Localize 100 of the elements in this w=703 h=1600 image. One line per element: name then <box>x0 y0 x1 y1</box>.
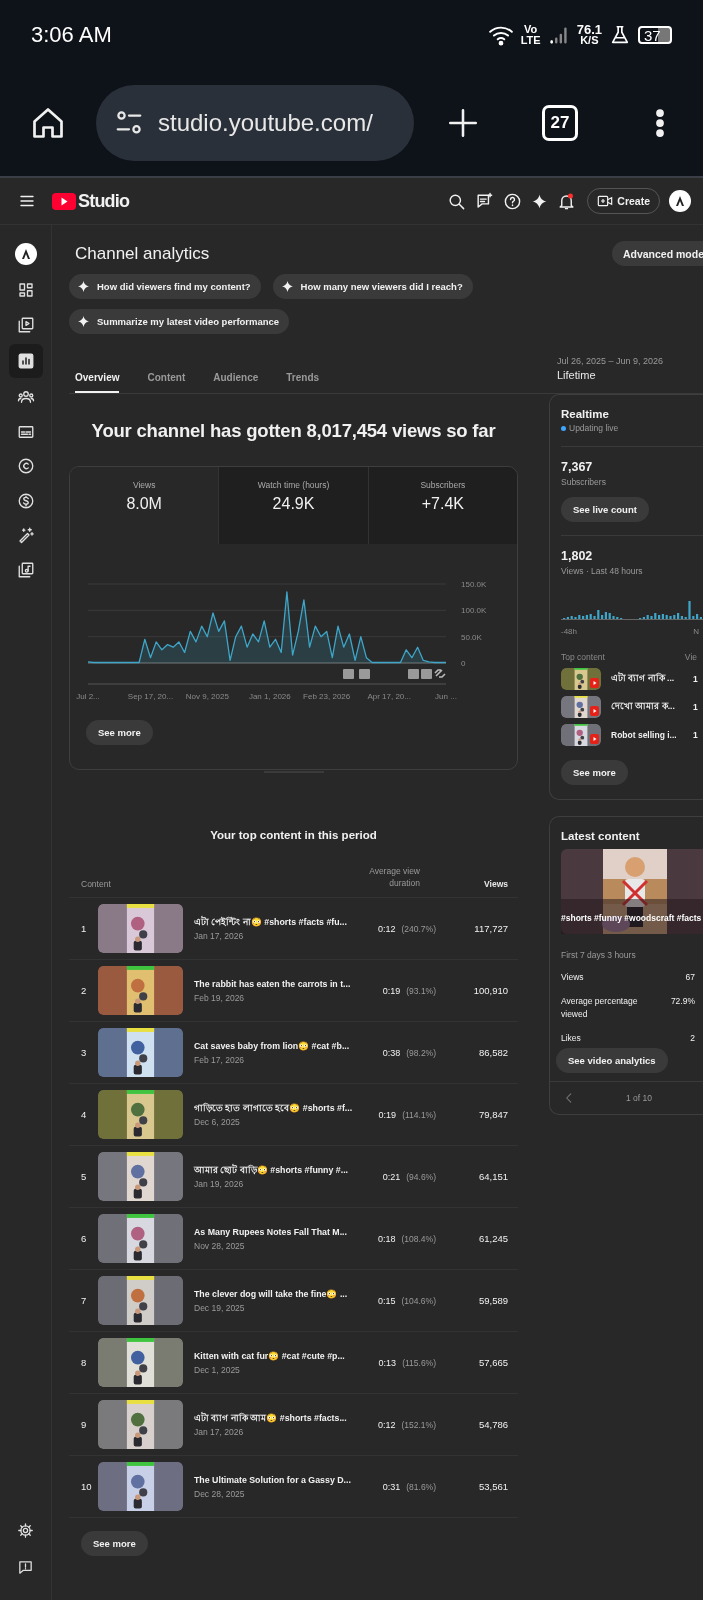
duration-percent: (81.6%) <box>406 1481 436 1492</box>
period-label: First 7 days 3 hours <box>561 950 637 960</box>
tab[interactable]: Audience <box>213 372 259 393</box>
view-count: 79,847 <box>477 1109 508 1120</box>
suggestion-chip[interactable]: How did viewers find my content? <box>69 274 261 299</box>
video-title[interactable]: The Ultimate Solution for a Gassy D... <box>194 1474 354 1486</box>
video-title[interactable]: দেখো আমার ক... <box>611 700 685 714</box>
duration-percent: (152.1%) <box>401 1419 436 1430</box>
see-live-count-button[interactable]: See live count <box>561 497 649 522</box>
view-duration: 0:12 <box>377 1419 396 1430</box>
stat-label: Views · Last 48 hours <box>561 566 644 576</box>
video-title[interactable]: এটা পেইন্টিং না😳 #shorts #facts #fu... <box>194 916 354 928</box>
avatar-icon[interactable] <box>669 190 691 212</box>
search-icon[interactable] <box>447 191 467 211</box>
video-title[interactable]: Cat saves baby from lion😳 #cat #b... <box>194 1040 354 1052</box>
view-count: 57,665 <box>477 1357 508 1368</box>
view-duration: 0:38 <box>382 1047 401 1058</box>
view-count: 53,561 <box>477 1481 508 1492</box>
video-title[interactable]: The clever dog will take the fine😳 ... <box>194 1288 354 1300</box>
suggestion-chip[interactable]: Summarize my latest video performance <box>69 309 290 334</box>
axis-label: 100.0K <box>461 606 487 616</box>
suggestion-chip[interactable]: How many new viewers did I reach? <box>272 274 473 299</box>
section-title: Your top content in this period <box>209 829 378 841</box>
sparkle-icon[interactable] <box>531 192 549 210</box>
page-title: Channel analytics <box>75 243 211 264</box>
axis-label: Jun ... <box>435 692 457 701</box>
view-count: 100,910 <box>472 985 508 996</box>
video-title[interactable]: The rabbit has eaten the carrots in t... <box>194 978 354 990</box>
duration-percent: (115.6%) <box>402 1357 436 1368</box>
headline: Your channel has gotten 8,017,454 views so far <box>90 420 497 442</box>
video-title[interactable]: Robot selling i... <box>611 730 685 740</box>
chat-icon[interactable] <box>475 191 495 211</box>
see-video-analytics-button[interactable]: See video analytics <box>556 1048 668 1073</box>
video-title[interactable]: এটা ব্যাগ নাকি আম😳 #shorts #facts... <box>194 1412 354 1424</box>
column-header: Top content <box>561 652 605 662</box>
publish-date: Feb 17, 2026 <box>194 1054 246 1065</box>
axis-label: 50.0K <box>461 632 482 642</box>
sidebar-item[interactable] <box>8 344 43 378</box>
duration-percent: (240.7%) <box>401 923 436 934</box>
period-label[interactable]: Lifetime <box>557 369 703 381</box>
duration-percent: (93.1%) <box>406 985 436 996</box>
help-icon[interactable] <box>503 191 523 211</box>
tab[interactable]: Overview <box>75 372 120 393</box>
settings-icon[interactable] <box>17 1521 34 1539</box>
see-more-button[interactable]: See more <box>86 720 153 745</box>
avatar-icon[interactable] <box>14 243 37 265</box>
metric-tab[interactable]: Subscribers +7.4K <box>367 467 517 544</box>
duration-percent: (104.6%) <box>401 1295 436 1306</box>
see-more-button[interactable]: See more <box>81 1531 148 1556</box>
flask-icon <box>609 24 631 46</box>
video-title[interactable]: গাড়িতে হাত লাগাতে হবে😳 #shorts #f... <box>194 1102 354 1114</box>
axis-label: Jan 1, 2026 <box>248 692 291 701</box>
view-count: 54,786 <box>477 1419 508 1430</box>
tab[interactable]: Content <box>147 372 186 393</box>
video-marker[interactable] <box>343 669 354 679</box>
stat-value: 2 <box>690 1032 695 1045</box>
home-icon[interactable] <box>30 105 66 141</box>
plus-icon[interactable] <box>446 106 480 140</box>
column-header: Content <box>81 879 112 889</box>
advanced-mode-button[interactable]: Advanced mode <box>611 241 703 266</box>
video-marker[interactable] <box>408 669 419 679</box>
bar-chart-icon <box>16 352 35 370</box>
see-more-button[interactable]: See more <box>561 760 628 785</box>
axis-label: Apr 17, 20... <box>367 692 411 701</box>
shorts-icon <box>590 706 599 716</box>
video-title[interactable]: Kitten with cat fur😳 #cat #cute #p... <box>194 1350 354 1362</box>
copyright-icon <box>16 457 35 476</box>
rank-number: 2 <box>81 985 88 996</box>
video-title[interactable]: As Many Rupees Notes Fall That M... <box>194 1226 354 1238</box>
stat-label: Average percentage viewed <box>561 995 639 1021</box>
publish-date: Dec 1, 2025 <box>194 1364 241 1375</box>
axis-label: Nov 9, 2025 <box>185 692 229 701</box>
duration-percent: (114.1%) <box>402 1109 436 1120</box>
address-bar[interactable]: studio.youtube.com/ <box>96 85 414 161</box>
tab-count[interactable]: 27 <box>542 105 578 141</box>
view-duration: 0:31 <box>382 1481 401 1492</box>
column-header[interactable]: Views <box>420 879 508 889</box>
page-indicator: 1 of 10 <box>626 1093 652 1103</box>
publish-date: Jan 19, 2026 <box>194 1178 245 1189</box>
duration-percent: (108.4%) <box>401 1233 436 1244</box>
view-count: 86,582 <box>477 1047 508 1058</box>
view-count: 59,589 <box>477 1295 508 1306</box>
signal-icon <box>547 24 570 46</box>
feedback-icon[interactable] <box>17 1559 34 1577</box>
shorts-icon <box>590 678 599 688</box>
video-title[interactable]: আমার ছোট বাড়ি😳 #shorts #funny #... <box>194 1164 354 1176</box>
view-duration: 0:19 <box>378 1109 397 1120</box>
metric-tab[interactable]: Watch time (hours) 24.9K <box>218 467 368 544</box>
view-count: 1 <box>692 674 699 684</box>
view-count: 1 <box>692 702 699 712</box>
video-title[interactable]: এটা ব্যাগ নাকি ... <box>611 672 685 686</box>
dashboard-icon <box>16 281 35 300</box>
rank-number: 7 <box>81 1295 88 1306</box>
video-marker[interactable] <box>421 669 432 679</box>
video-marker[interactable] <box>359 669 370 679</box>
tab[interactable]: Trends <box>286 372 320 393</box>
view-count: 61,245 <box>477 1233 508 1244</box>
axis-label: 0 <box>461 659 466 668</box>
sparkle-icon <box>77 280 90 293</box>
music-library-icon <box>16 560 35 579</box>
